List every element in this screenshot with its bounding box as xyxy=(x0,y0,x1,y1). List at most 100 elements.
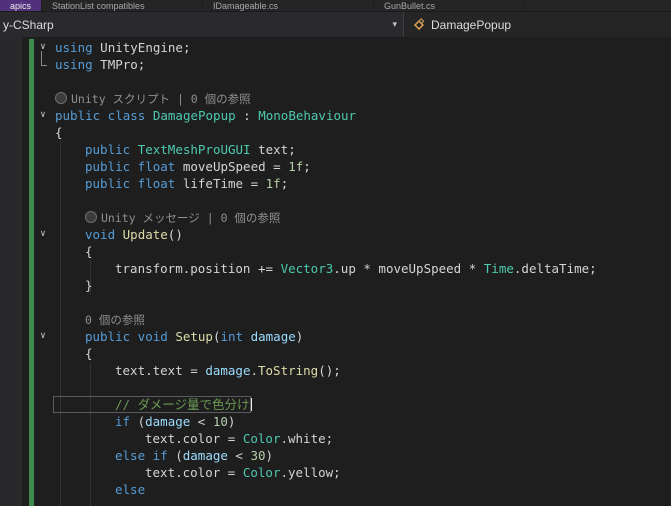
code-line[interactable]: public TextMeshProUGUI text; xyxy=(0,141,671,158)
code-token: DamagePopup xyxy=(152,108,236,123)
code-token: Setup xyxy=(175,329,213,344)
code-token: public xyxy=(85,142,131,157)
code-token: } xyxy=(85,278,93,293)
blank-line[interactable] xyxy=(0,379,671,396)
codelens-text[interactable]: 0 個の参照 xyxy=(85,313,145,327)
vs-editor-window: { "tab_strip": { "tabs": [ { "label": "a… xyxy=(0,0,671,506)
fold-chevron-icon[interactable]: ∨ xyxy=(36,329,50,344)
fold-chevron-icon[interactable]: ∨ xyxy=(36,40,50,55)
code-token: public void xyxy=(85,329,168,344)
blank-line[interactable] xyxy=(0,192,671,209)
code-line[interactable]: else xyxy=(0,481,671,498)
code-line[interactable]: } xyxy=(0,277,671,294)
codelens-text[interactable]: Unity メッセージ | 0 個の参照 xyxy=(101,211,280,225)
code-token: else xyxy=(115,482,146,497)
code-token: if xyxy=(115,414,131,429)
code-token: { xyxy=(85,244,93,259)
code-line[interactable]: public float moveUpSpeed = 1f; xyxy=(0,158,671,175)
code-token: 30 xyxy=(250,448,266,463)
fold-chevron-icon[interactable]: ∨ xyxy=(36,108,50,123)
codelens-line[interactable]: 0 個の参照 xyxy=(0,311,671,328)
code-area[interactable]: ∨ using UnityEngine; using TMPro; Unity スクリ… xyxy=(0,39,671,498)
code-token: ) xyxy=(227,414,236,429)
document-tab[interactable]: IDamageable.cs xyxy=(203,0,375,11)
code-token: () xyxy=(167,227,183,242)
code-token: using xyxy=(55,40,93,55)
code-token: using xyxy=(55,57,93,72)
code-token: damage xyxy=(145,414,191,429)
code-token: lifeTime = xyxy=(175,176,266,191)
document-tab-label: StationList compatibles xyxy=(52,0,145,11)
codelens-line[interactable]: Unity メッセージ | 0 個の参照 xyxy=(0,209,671,226)
code-token: .up * moveUpSpeed * xyxy=(333,261,484,276)
codelens-line[interactable]: Unity スクリプト | 0 個の参照 xyxy=(0,90,671,107)
document-tab-label: apics xyxy=(10,0,32,11)
code-line[interactable]: text.color = Color.white; xyxy=(0,430,671,447)
code-token: void xyxy=(85,227,116,242)
code-token: 1f xyxy=(288,159,304,174)
text-caret xyxy=(250,398,252,411)
code-line[interactable]: ∨ using UnityEngine; xyxy=(0,39,671,56)
document-tab[interactable]: GunBullet.cs xyxy=(374,0,526,11)
document-tab-label: GunBullet.cs xyxy=(384,0,436,11)
code-token: text.text = xyxy=(115,363,206,378)
code-token: UnityEngine; xyxy=(92,40,191,55)
code-line[interactable]: ∨ public class DamagePopup : MonoBehaviou… xyxy=(0,107,671,124)
document-tab-strip: apics StationList compatibles IDamageabl… xyxy=(0,0,671,12)
member-dropdown[interactable]: DamagePopup xyxy=(404,12,671,37)
code-token: .white; xyxy=(280,431,334,446)
code-line[interactable]: text.text = damage.ToString(); xyxy=(0,362,671,379)
code-token: TMPro; xyxy=(92,57,146,72)
code-token: Color xyxy=(242,465,281,480)
code-token: // ダメージ量で色分け xyxy=(115,397,250,412)
code-line[interactable]: else if (damage < 30) xyxy=(0,447,671,464)
fold-chevron-icon[interactable]: ∨ xyxy=(36,227,50,242)
code-line[interactable]: ∨ void Update() xyxy=(0,226,671,243)
code-token: else if xyxy=(115,448,168,463)
project-dropdown-label: y-CSharp xyxy=(3,17,54,32)
code-line[interactable]: text.color = Color.yellow; xyxy=(0,464,671,481)
code-line[interactable]: { xyxy=(0,345,671,362)
code-token: moveUpSpeed = xyxy=(175,159,289,174)
code-token: Vector3 xyxy=(280,261,334,276)
navigation-bar: y-CSharp ▾ DamagePopup xyxy=(0,12,671,38)
code-line[interactable]: transform.position += Vector3.up * moveU… xyxy=(0,260,671,277)
code-token: text.color = xyxy=(145,431,243,446)
blank-line[interactable] xyxy=(0,294,671,311)
code-token: < xyxy=(190,414,213,429)
code-line[interactable]: { xyxy=(0,243,671,260)
code-token: public class xyxy=(55,108,146,123)
member-dropdown-label: DamagePopup xyxy=(431,17,512,32)
code-token: damage xyxy=(250,329,296,344)
unity-icon xyxy=(85,211,97,223)
code-token: .yellow; xyxy=(280,465,341,480)
code-token: ; xyxy=(280,176,289,191)
code-token: < xyxy=(227,448,251,463)
code-line[interactable]: if (damage < 10) xyxy=(0,413,671,430)
code-token: Color xyxy=(242,431,281,446)
code-token: : xyxy=(235,108,259,123)
code-token: ( xyxy=(167,448,183,463)
unity-icon xyxy=(55,92,67,104)
code-token: ( xyxy=(212,329,221,344)
codelens-text[interactable]: Unity スクリプト | 0 個の参照 xyxy=(71,92,251,106)
project-dropdown[interactable]: y-CSharp ▾ xyxy=(0,12,404,37)
code-editor[interactable]: ∨ using UnityEngine; using TMPro; Unity スクリ… xyxy=(0,37,671,506)
blank-line[interactable] xyxy=(0,73,671,90)
code-line[interactable]: using TMPro; xyxy=(0,56,671,73)
document-tab[interactable]: apics xyxy=(0,0,43,11)
code-token: (); xyxy=(318,363,341,378)
code-token: TextMeshProUGUI xyxy=(137,142,251,157)
code-line[interactable]: // ダメージ量で色分け xyxy=(0,396,671,413)
code-token: text; xyxy=(250,142,296,157)
code-line[interactable]: { xyxy=(0,124,671,141)
code-line[interactable]: ∨ public void Setup(int damage) xyxy=(0,328,671,345)
code-token: .deltaTime; xyxy=(513,261,597,276)
code-token: Update xyxy=(122,227,168,242)
code-token: ToString xyxy=(258,363,319,378)
chevron-down-icon: ▾ xyxy=(392,19,397,29)
document-tab[interactable]: StationList compatibles xyxy=(42,0,204,11)
code-line[interactable]: public float lifeTime = 1f; xyxy=(0,175,671,192)
document-tab-label: IDamageable.cs xyxy=(213,0,279,11)
